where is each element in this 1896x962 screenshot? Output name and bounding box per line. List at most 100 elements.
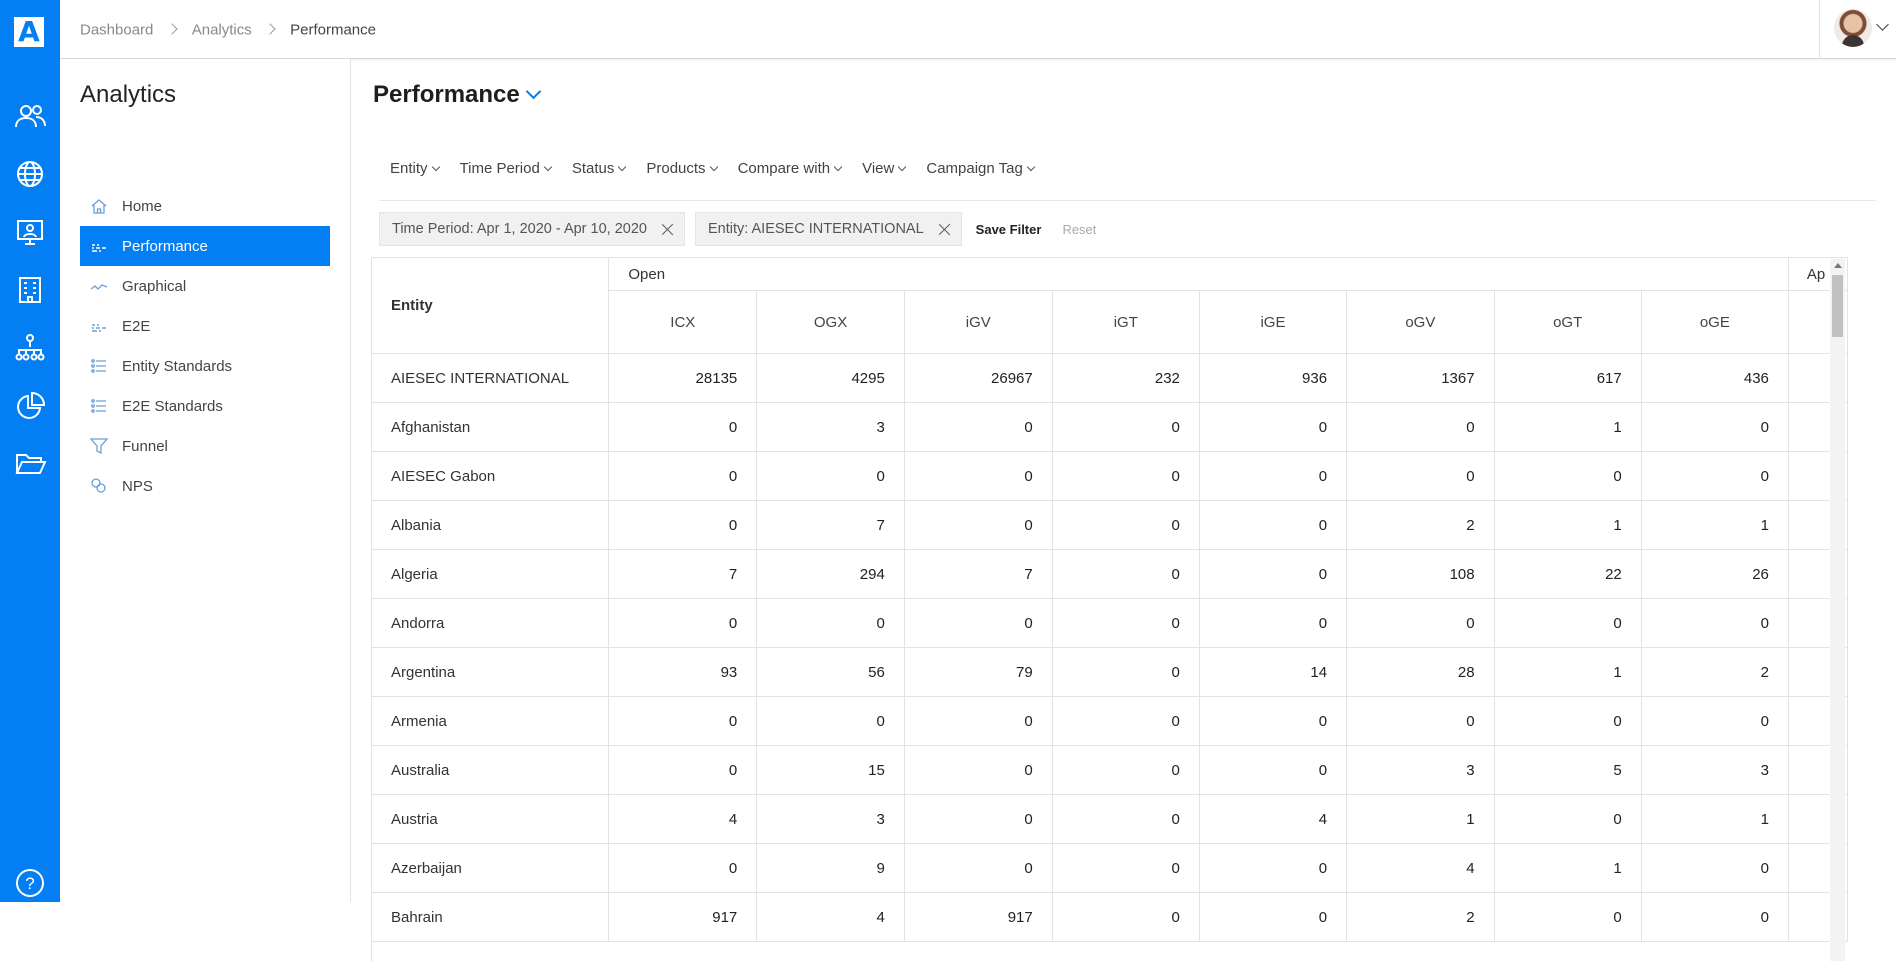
value-cell[interactable]: 4295 <box>756 353 905 403</box>
portrait-icon[interactable] <box>11 213 49 251</box>
sidebar-item-home[interactable]: Home <box>80 186 330 226</box>
table-row[interactable]: Albania 0 7 0 0 0 2 1 1 <box>372 500 1848 550</box>
value-cell[interactable]: 4 <box>1346 843 1495 893</box>
value-cell[interactable]: 0 <box>1494 451 1642 501</box>
value-cell[interactable]: 232 <box>1052 353 1200 403</box>
value-cell[interactable]: 0 <box>1199 696 1348 746</box>
sidebar-item-performance[interactable]: Performance <box>80 226 330 266</box>
value-cell[interactable]: 0 <box>1494 696 1642 746</box>
close-icon[interactable] <box>661 223 674 236</box>
value-cell[interactable]: 15 <box>756 745 905 795</box>
value-cell[interactable]: 0 <box>1199 500 1348 550</box>
value-cell[interactable]: 0 <box>1199 402 1348 452</box>
column-header-igt[interactable]: iGT <box>1052 290 1200 354</box>
value-cell[interactable]: 0 <box>1641 598 1789 648</box>
value-cell[interactable]: 0 <box>904 696 1053 746</box>
value-cell[interactable]: 0 <box>904 402 1053 452</box>
filter-products[interactable]: Products <box>635 160 716 200</box>
value-cell[interactable]: 617 <box>1494 353 1642 403</box>
filter-entity[interactable]: Entity <box>379 160 439 200</box>
value-cell[interactable]: 936 <box>1199 353 1348 403</box>
value-cell[interactable]: 0 <box>1494 598 1642 648</box>
value-cell[interactable]: 28 <box>1346 647 1495 697</box>
value-cell[interactable]: 0 <box>608 598 758 648</box>
column-header-ogx[interactable]: OGX <box>756 290 905 354</box>
value-cell[interactable]: 1 <box>1494 500 1642 550</box>
value-cell[interactable]: 0 <box>1052 402 1200 452</box>
column-header-entity[interactable]: Entity <box>372 258 610 354</box>
value-cell[interactable]: 28135 <box>608 353 758 403</box>
column-header-ogv[interactable]: oGV <box>1346 290 1495 354</box>
entity-cell[interactable]: AIESEC INTERNATIONAL <box>372 353 610 403</box>
avatar[interactable] <box>1834 9 1872 47</box>
filter-view[interactable]: View <box>851 160 905 200</box>
value-cell[interactable]: 0 <box>1052 647 1200 697</box>
vertical-scrollbar[interactable] <box>1830 259 1845 961</box>
value-cell[interactable]: 1 <box>1346 794 1495 844</box>
value-cell[interactable]: 1 <box>1641 794 1789 844</box>
entity-cell[interactable]: Azerbaijan <box>372 843 610 893</box>
org-chart-icon[interactable] <box>11 329 49 367</box>
value-cell[interactable]: 0 <box>1052 549 1200 599</box>
table-row[interactable]: Australia 0 15 0 0 0 3 5 3 <box>372 745 1848 795</box>
value-cell[interactable]: 5 <box>1494 745 1642 795</box>
value-cell[interactable]: 0 <box>1052 696 1200 746</box>
table-row[interactable]: AIESEC Gabon 0 0 0 0 0 0 0 0 <box>372 451 1848 501</box>
value-cell[interactable]: 3 <box>1346 745 1495 795</box>
value-cell[interactable]: 0 <box>1641 696 1789 746</box>
value-cell[interactable]: 7 <box>608 549 758 599</box>
value-cell[interactable]: 0 <box>756 696 905 746</box>
chevron-down-icon[interactable] <box>1876 18 1889 31</box>
value-cell[interactable]: 1 <box>1641 500 1789 550</box>
value-cell[interactable]: 0 <box>1199 843 1348 893</box>
value-cell[interactable]: 917 <box>608 892 758 942</box>
value-cell[interactable]: 1 <box>1494 843 1642 893</box>
user-menu[interactable] <box>1819 0 1896 58</box>
value-cell[interactable]: 4 <box>1199 794 1348 844</box>
value-cell[interactable]: 436 <box>1641 353 1789 403</box>
value-cell[interactable]: 0 <box>1199 892 1348 942</box>
value-cell[interactable]: 0 <box>1199 745 1348 795</box>
filter-compare-with[interactable]: Compare with <box>727 160 842 200</box>
filter-status[interactable]: Status <box>561 160 626 200</box>
column-header-icx[interactable]: ICX <box>608 290 758 354</box>
sidebar-item-graphical[interactable]: Graphical <box>80 266 330 306</box>
value-cell[interactable]: 0 <box>904 451 1053 501</box>
page-title-dropdown[interactable]: Performance <box>373 81 542 109</box>
globe-icon[interactable] <box>11 155 49 193</box>
value-cell[interactable]: 0 <box>1052 794 1200 844</box>
filter-time-period[interactable]: Time Period <box>449 160 551 200</box>
performance-table-container[interactable]: Entity Open Ap ICX OGX iGV iGT iGE oGV oGT oGE … <box>371 257 1848 962</box>
value-cell[interactable]: 2 <box>1346 500 1495 550</box>
value-cell[interactable]: 0 <box>608 402 758 452</box>
value-cell[interactable]: 3 <box>756 794 905 844</box>
value-cell[interactable]: 0 <box>1641 892 1789 942</box>
value-cell[interactable]: 0 <box>608 696 758 746</box>
value-cell[interactable]: 0 <box>1052 892 1200 942</box>
value-cell[interactable]: 0 <box>608 745 758 795</box>
value-cell[interactable]: 1 <box>1494 402 1642 452</box>
breadcrumb-analytics[interactable]: Analytics <box>192 22 252 39</box>
scroll-up-arrow-icon[interactable] <box>1834 263 1842 268</box>
value-cell[interactable]: 4 <box>608 794 758 844</box>
pie-chart-icon[interactable] <box>11 387 49 425</box>
value-cell[interactable]: 0 <box>1494 794 1642 844</box>
breadcrumb-dashboard[interactable]: Dashboard <box>80 22 153 39</box>
entity-cell[interactable]: Australia <box>372 745 610 795</box>
table-row[interactable]: Argentina 93 56 79 0 14 28 1 2 <box>372 647 1848 697</box>
help-icon[interactable]: ? <box>11 864 49 902</box>
value-cell[interactable]: 4 <box>756 892 905 942</box>
value-cell[interactable]: 0 <box>608 500 758 550</box>
value-cell[interactable]: 56 <box>756 647 905 697</box>
value-cell[interactable]: 0 <box>904 598 1053 648</box>
value-cell[interactable]: 7 <box>756 500 905 550</box>
table-row[interactable]: Austria 4 3 0 0 4 1 0 1 <box>372 794 1848 844</box>
value-cell[interactable]: 0 <box>1199 598 1348 648</box>
sidebar-item-funnel[interactable]: Funnel <box>80 426 330 466</box>
column-header-oge[interactable]: oGE <box>1641 290 1789 354</box>
value-cell[interactable]: 294 <box>756 549 905 599</box>
close-icon[interactable] <box>938 223 951 236</box>
value-cell[interactable]: 3 <box>1641 745 1789 795</box>
value-cell[interactable]: 0 <box>904 500 1053 550</box>
value-cell[interactable]: 7 <box>904 549 1053 599</box>
